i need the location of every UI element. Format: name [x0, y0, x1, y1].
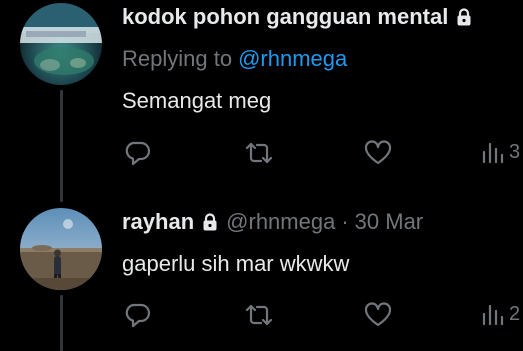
reply-button[interactable]: [123, 302, 151, 328]
replying-to-label: Replying to: [122, 46, 233, 71]
retweet-icon: [245, 142, 273, 164]
thread-connector-line: [60, 90, 63, 202]
display-name[interactable]: kodok pohon gangguan mental: [122, 4, 448, 30]
views-button[interactable]: 2: [481, 302, 520, 326]
views-count: 2: [509, 302, 521, 325]
mention-link[interactable]: @rhnmega: [238, 46, 347, 71]
tweet-text: Semangat meg: [122, 88, 272, 113]
display-name[interactable]: rayhan: [122, 209, 194, 235]
retweet-icon: [245, 304, 273, 326]
tweet-date[interactable]: 30 Mar: [355, 209, 423, 235]
thread-connector-line: [60, 295, 63, 351]
reply-icon: [125, 141, 151, 166]
heart-icon: [364, 140, 392, 165]
avatar[interactable]: [20, 208, 102, 290]
views-count: 3: [509, 140, 521, 163]
tweet-header: kodok pohon gangguan mental: [122, 4, 472, 30]
replying-to: Replying to @rhnmega: [122, 46, 347, 72]
views-button[interactable]: 3: [481, 140, 520, 164]
tweet-header: rayhan @rhnmega · 30 Mar: [122, 209, 423, 235]
avatar-image: [20, 208, 102, 290]
reply-icon: [125, 303, 151, 328]
retweet-button[interactable]: [244, 140, 274, 166]
retweet-button[interactable]: [244, 302, 274, 328]
like-button[interactable]: [364, 302, 392, 328]
views-icon: [482, 304, 504, 326]
reply-button[interactable]: [123, 140, 151, 166]
separator-dot: ·: [341, 209, 349, 234]
avatar[interactable]: [20, 3, 102, 85]
like-button[interactable]: [364, 140, 392, 166]
tweet-text: gaperlu sih mar wkwkw: [122, 251, 350, 276]
avatar-image: [20, 3, 102, 85]
heart-icon: [364, 302, 392, 327]
lock-icon: [202, 213, 218, 231]
views-icon: [482, 142, 504, 164]
user-handle[interactable]: @rhnmega: [226, 209, 335, 235]
lock-icon: [456, 8, 472, 26]
